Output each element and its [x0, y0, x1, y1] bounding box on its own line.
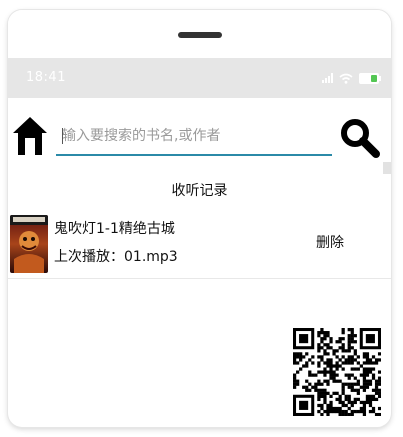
home-button[interactable] — [10, 114, 50, 158]
home-icon — [13, 117, 47, 155]
wifi-icon — [339, 73, 353, 84]
phone-frame: 18:41 输入要搜索的书名,或作者 收听记录 鬼吹灯1-1精绝古城 上次播放：… — [8, 10, 391, 427]
status-icons — [322, 70, 381, 86]
history-list-item[interactable]: 鬼吹灯1-1精绝古城 上次播放：01.mp3 删除 — [8, 210, 391, 279]
top-strip — [8, 10, 391, 58]
battery-icon — [359, 72, 381, 84]
search-field — [56, 120, 334, 156]
cellular-signal-icon — [322, 73, 333, 83]
book-cover — [10, 215, 48, 273]
delete-button[interactable]: 删除 — [316, 232, 344, 252]
search-row — [8, 106, 391, 178]
status-bar: 18:41 — [8, 58, 391, 98]
text-caret — [62, 128, 63, 144]
book-title: 鬼吹灯1-1精绝古城 — [54, 221, 175, 237]
section-title: 收听记录 — [171, 183, 228, 199]
search-button[interactable] — [338, 116, 382, 160]
qr-code-icon — [293, 328, 382, 417]
search-input[interactable] — [56, 120, 334, 152]
scrollbar[interactable] — [383, 162, 391, 174]
last-played-label: 上次播放：01.mp3 — [54, 249, 178, 265]
status-time: 18:41 — [26, 70, 66, 85]
grab-handle[interactable] — [178, 32, 222, 38]
search-icon — [341, 119, 380, 158]
